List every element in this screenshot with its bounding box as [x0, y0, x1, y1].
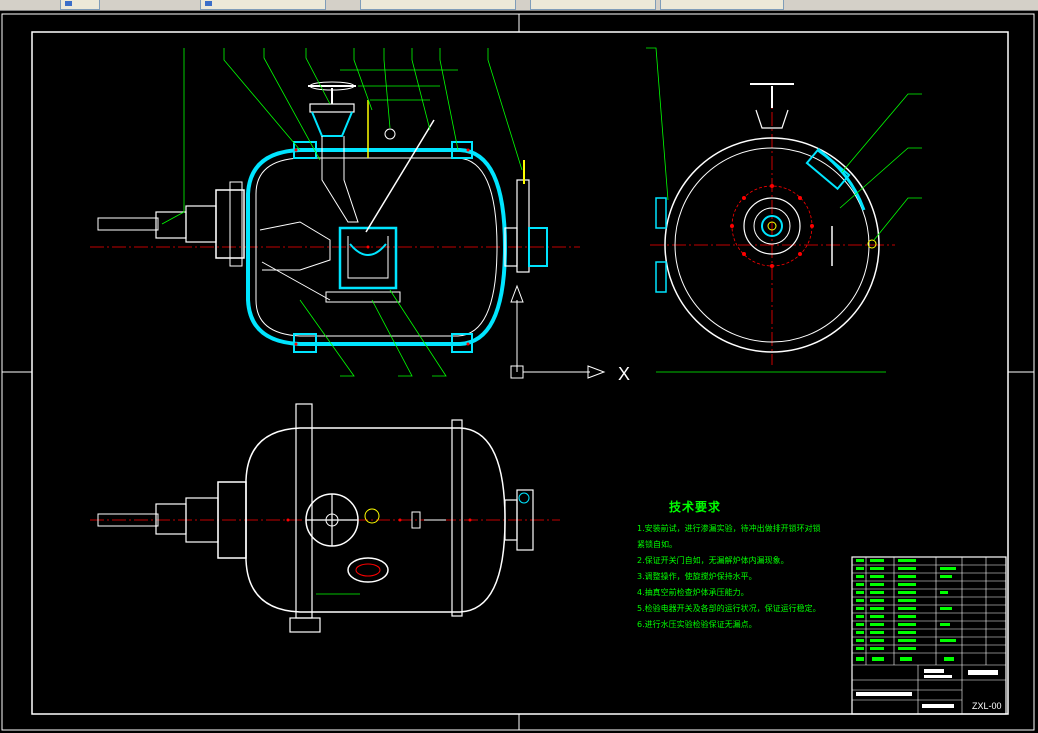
feed-hopper [311, 111, 353, 137]
technical-requirements-title: 技术要求 [669, 500, 722, 514]
document-tab[interactable] [660, 0, 784, 10]
right-nozzle-body [516, 179, 530, 273]
front-view [90, 48, 580, 377]
title-block-border [851, 556, 1007, 715]
dimension-lines [340, 69, 458, 101]
left-gearbox [185, 205, 217, 243]
side-left-lug-top [655, 197, 667, 229]
ucs-x-axis-label: X [618, 364, 630, 384]
top-view [90, 403, 560, 633]
drawing-file-icon [205, 1, 212, 6]
top-right-port [518, 492, 530, 504]
top-flange-left [295, 403, 313, 619]
side-view [646, 47, 922, 373]
top-flange-right [451, 419, 463, 617]
top-gauge [364, 508, 380, 524]
drawing-number: ZXL-00 [972, 701, 1002, 711]
requirement-item: 2.保证开关门自如，无漏解炉体内漏现象。 [637, 556, 789, 565]
observation-rod [365, 119, 435, 233]
cad-drawing-canvas[interactable]: X ZXL-00 [0, 10, 1038, 733]
technical-requirements: 技术要求 1.安装前试，进行渗漏实验，待冲出做排开锁环对锁 紧锁自如。 2.保证… [637, 498, 827, 633]
side-sight-port [805, 147, 851, 191]
crucible-base [325, 291, 401, 303]
top-sight-port [347, 557, 389, 583]
title-block-grid [852, 557, 1006, 714]
requirement-item: 5.检验电器开关及各部的运行状况，保证运行稳定。 [637, 604, 821, 613]
tilt-arm [261, 261, 331, 301]
title-block-entries [856, 559, 956, 661]
drawing-frame [31, 31, 1009, 715]
document-tab[interactable] [530, 0, 656, 10]
pressure-gauge [384, 128, 396, 140]
top-drive-motor [155, 503, 187, 535]
left-drive-shaft [97, 217, 159, 231]
title-block: ZXL-00 [851, 556, 1007, 715]
crucible-inner [347, 236, 389, 279]
document-tab[interactable] [360, 0, 516, 10]
requirement-item: 1.安装前试，进行渗漏实验，待冲出做排开锁环对锁 [637, 524, 821, 533]
hopper-flange [309, 103, 355, 113]
document-tab[interactable] [200, 0, 326, 10]
top-support-foot [289, 617, 321, 633]
side-left-lug-bottom [655, 261, 667, 293]
document-tab[interactable] [60, 0, 100, 10]
side-leader-lines [646, 47, 922, 241]
top-sight-port-inner [355, 563, 381, 577]
requirement-item: 4.抽真空前检查炉体承压能力。 [637, 588, 749, 597]
tilt-mechanism [259, 221, 331, 271]
left-drive-motor [155, 211, 187, 239]
requirement-item: 6.进行水压实验检验保证无漏点。 [637, 620, 757, 629]
drawing-file-icon [65, 1, 72, 6]
left-door-plate [229, 181, 243, 267]
requirement-item: 紧锁自如。 [637, 540, 677, 549]
requirement-item: 3.调整操作，使旋搅炉保持水平。 [637, 572, 757, 581]
ucs-icon [510, 284, 606, 379]
